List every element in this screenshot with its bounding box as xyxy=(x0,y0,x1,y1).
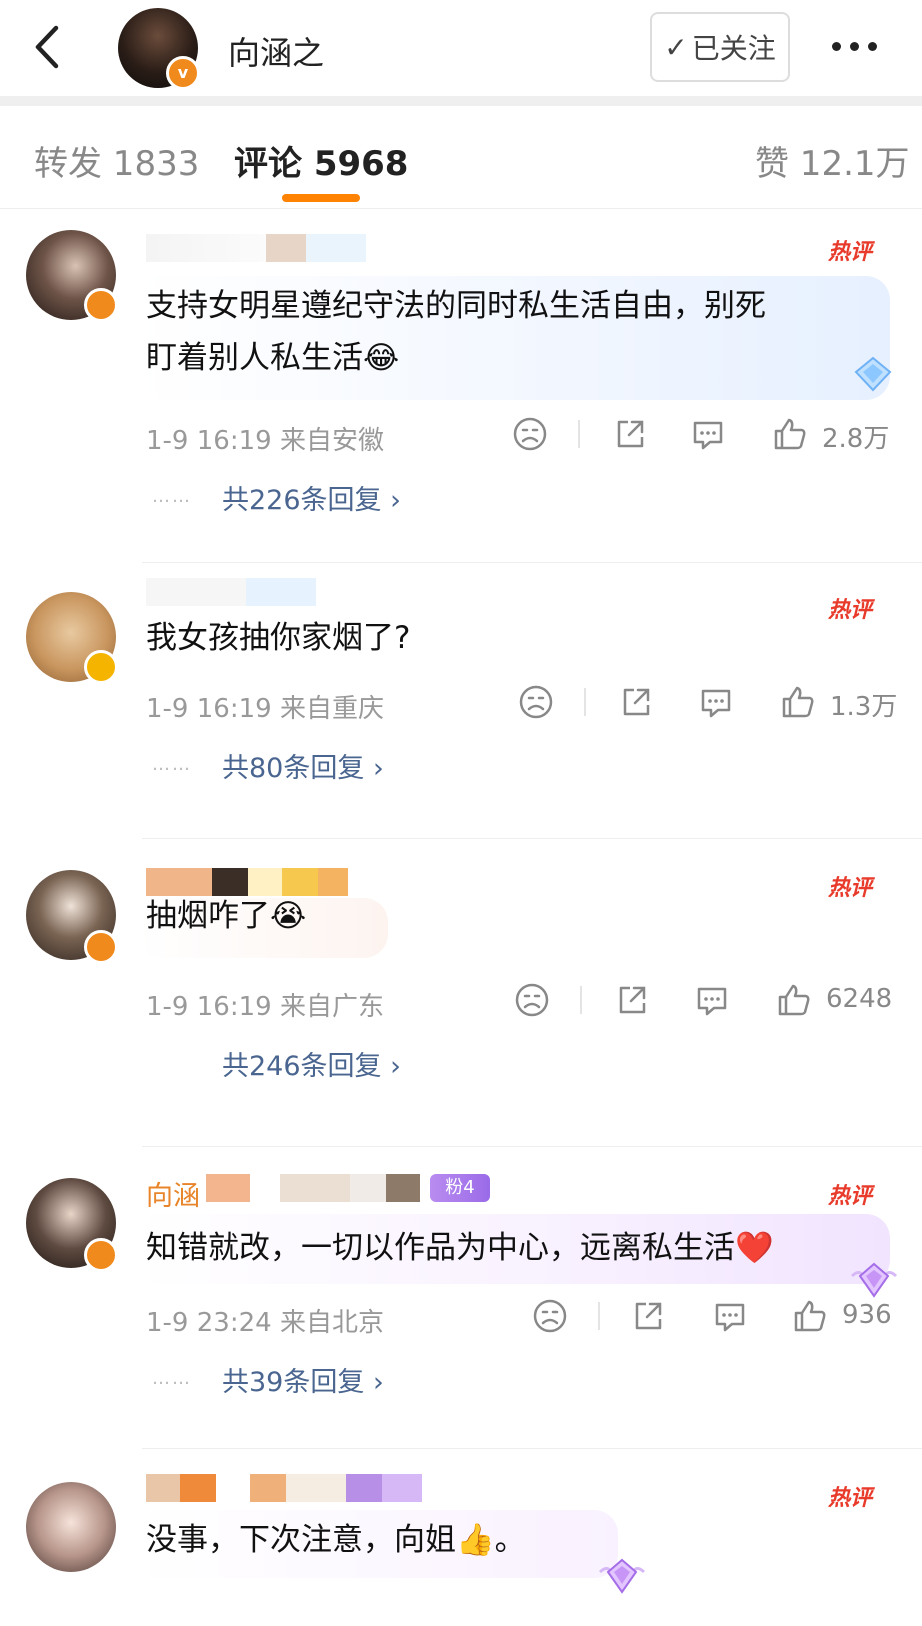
username-blurred[interactable] xyxy=(146,578,316,606)
action-separator xyxy=(584,688,586,716)
comment-text[interactable]: 没事，下次注意，向姐👍。 xyxy=(146,1514,526,1566)
comment-icon[interactable] xyxy=(694,982,730,1018)
verified-badge-icon xyxy=(84,288,118,322)
comment-divider xyxy=(142,1146,922,1147)
comment-text[interactable]: 抽烟咋了😭 xyxy=(146,890,306,942)
more-icon[interactable] xyxy=(832,34,892,58)
comment-item: 热评 抽烟咋了😭 1-9 16:19 来自广东 6248 共246条回复 › xyxy=(0,840,922,1150)
comment-icon[interactable] xyxy=(690,416,726,452)
dislike-face-icon[interactable] xyxy=(518,684,554,720)
verified-badge-icon xyxy=(84,930,118,964)
action-separator xyxy=(580,986,582,1014)
view-replies-link[interactable]: 共246条回复 › xyxy=(222,1044,401,1083)
like-thumb-icon[interactable] xyxy=(776,982,812,1018)
active-tab-indicator xyxy=(282,194,360,202)
back-arrow-icon[interactable] xyxy=(28,22,68,72)
fan-level-tag: 粉4 xyxy=(430,1174,490,1202)
dislike-face-icon[interactable] xyxy=(514,982,550,1018)
hot-comment-badge: 热评 xyxy=(828,876,873,901)
comment-actions: 2.8万 xyxy=(0,416,922,456)
comment-item: 热评 我女孩抽你家烟了? 1-9 16:19 来自重庆 1.3万 …… 共80条… xyxy=(0,562,922,840)
view-replies-link[interactable]: 共39条回复 › xyxy=(222,1360,384,1399)
share-icon[interactable] xyxy=(618,684,654,720)
username-blurred[interactable] xyxy=(206,1174,420,1202)
profile-name[interactable]: 向涵之 xyxy=(228,28,324,74)
tab-bar: 转发 1833 评论 5968 赞 12.1万 xyxy=(0,106,922,206)
action-separator xyxy=(598,1302,600,1330)
reply-dots: …… xyxy=(152,754,192,775)
top-bar: v 向涵之 ✓ 已关注 xyxy=(0,0,922,96)
hot-comment-badge: 热评 xyxy=(828,598,873,623)
comment-divider xyxy=(142,1448,922,1449)
dislike-face-icon[interactable] xyxy=(512,416,548,452)
share-icon[interactable] xyxy=(630,1298,666,1334)
check-icon: ✓ xyxy=(664,30,688,64)
comment-icon[interactable] xyxy=(698,684,734,720)
hot-comment-badge: 热评 xyxy=(828,1486,873,1511)
comment-item: 热评 支持女明星遵纪守法的同时私生活自由，别死 盯着别人私生活😂 1-9 16:… xyxy=(0,210,922,563)
comment-actions: 936 xyxy=(0,1298,922,1338)
like-count: 1.3万 xyxy=(830,692,898,722)
like-thumb-icon[interactable] xyxy=(780,684,816,720)
share-icon[interactable] xyxy=(612,416,648,452)
comment-item: 热评 没事，下次注意，向姐👍。 xyxy=(0,1452,922,1626)
dislike-face-icon[interactable] xyxy=(532,1298,568,1334)
comment-text[interactable]: 支持女明星遵纪守法的同时私生活自由，别死 盯着别人私生活😂 xyxy=(146,280,766,384)
comment-icon[interactable] xyxy=(712,1298,748,1334)
follow-button[interactable]: ✓ 已关注 xyxy=(650,12,790,82)
tab-comments[interactable]: 评论 5968 xyxy=(234,136,408,185)
action-separator xyxy=(578,420,580,448)
diamond-icon xyxy=(598,1556,646,1596)
comment-text[interactable]: 我女孩抽你家烟了? xyxy=(146,612,410,664)
username-blurred[interactable] xyxy=(146,1474,422,1502)
comment-actions: 6248 xyxy=(0,982,922,1022)
comment-text[interactable]: 知错就改，一切以作品为中心，远离私生活❤️ xyxy=(146,1222,774,1274)
tab-likes[interactable]: 赞 12.1万 xyxy=(755,136,910,185)
tabs-divider xyxy=(0,208,922,209)
diamond-icon xyxy=(852,356,894,392)
diamond-icon xyxy=(850,1260,898,1300)
like-thumb-icon[interactable] xyxy=(792,1298,828,1334)
view-replies-link[interactable]: 共80条回复 › xyxy=(222,746,384,785)
reply-dots: …… xyxy=(152,1368,192,1389)
avatar[interactable] xyxy=(26,1482,116,1572)
like-count: 2.8万 xyxy=(822,424,890,454)
like-count: 936 xyxy=(842,1300,892,1330)
comment-item: 向涵 粉4 热评 知错就改，一切以作品为中心，远离私生活❤️ 1-9 23:24… xyxy=(0,1148,922,1452)
comment-actions: 1.3万 xyxy=(0,684,922,724)
tab-repost[interactable]: 转发 1833 xyxy=(34,136,199,185)
hot-comment-badge: 热评 xyxy=(828,240,873,265)
like-thumb-icon[interactable] xyxy=(772,416,808,452)
like-count: 6248 xyxy=(826,984,893,1014)
verified-badge-icon xyxy=(84,650,118,684)
username-blurred[interactable] xyxy=(146,234,366,262)
verified-badge-icon xyxy=(84,1238,118,1272)
verified-badge-icon: v xyxy=(166,56,200,90)
username-visible[interactable]: 向涵 xyxy=(146,1174,200,1213)
comment-divider xyxy=(142,838,922,839)
reply-dots: …… xyxy=(152,486,192,507)
view-replies-link[interactable]: 共226条回复 › xyxy=(222,478,401,517)
section-divider xyxy=(0,96,922,106)
follow-label: 已关注 xyxy=(691,32,776,65)
share-icon[interactable] xyxy=(614,982,650,1018)
hot-comment-badge: 热评 xyxy=(828,1184,873,1209)
